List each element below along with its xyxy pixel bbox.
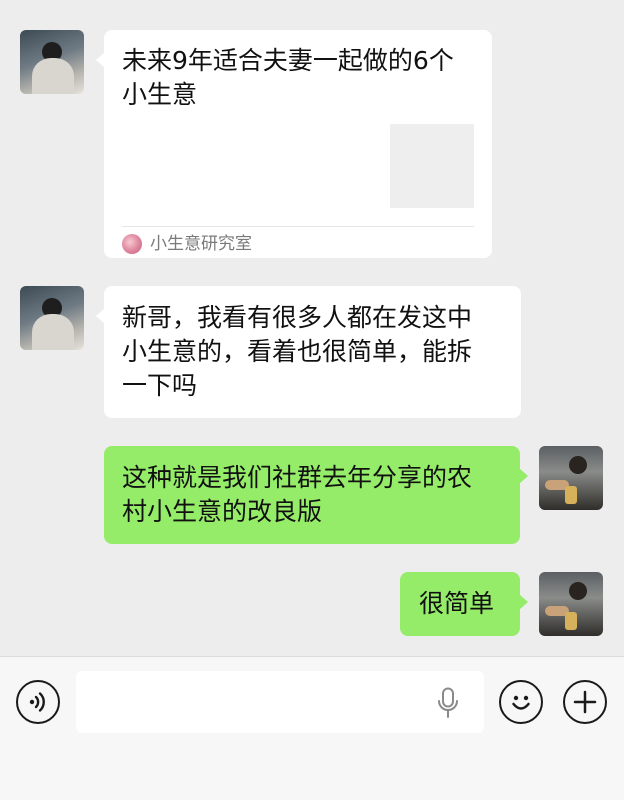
emoji-icon[interactable] <box>499 680 543 724</box>
link-card-source: 小生意研究室 <box>122 232 252 256</box>
contact-avatar[interactable] <box>20 30 84 94</box>
message-text: 很简单 <box>419 587 494 621</box>
message-bubble-incoming[interactable]: 新哥，我看有很多人都在发这中 小生意的，看着也很简单，能拆 一下吗 <box>96 286 521 418</box>
message-text: 这种就是我们社群去年分享的农 村小生意的改良版 <box>122 461 472 529</box>
voice-icon[interactable] <box>16 680 60 724</box>
contact-avatar[interactable] <box>20 286 84 350</box>
message-line: 小生意的，看着也很简单，能拆 <box>122 337 473 366</box>
message-bubble-outgoing[interactable]: 这种就是我们社群去年分享的农 村小生意的改良版 <box>104 446 528 544</box>
message-line: 一下吗 <box>122 371 198 400</box>
message-line: 这种就是我们社群去年分享的农 <box>122 463 473 492</box>
source-logo-icon <box>122 234 142 254</box>
message-line: 很简单 <box>419 589 495 618</box>
link-card-title: 未来9年适合夫妻一起做的6个小生意 <box>122 46 454 109</box>
self-avatar[interactable] <box>539 572 603 636</box>
link-card-thumbnail <box>390 124 474 208</box>
plus-icon[interactable] <box>563 680 607 724</box>
input-bar <box>0 656 624 800</box>
message-text: 新哥，我看有很多人都在发这中 小生意的，看着也很简单，能拆 一下吗 <box>122 301 472 403</box>
message-line: 新哥，我看有很多人都在发这中 <box>122 303 473 332</box>
link-card[interactable]: 未来9年适合夫妻一起做的6个小生意 小生意研究室 <box>96 30 492 258</box>
message-line: 村小生意的改良版 <box>122 497 323 526</box>
message-input[interactable] <box>76 671 484 733</box>
mic-icon[interactable] <box>436 687 460 719</box>
self-avatar[interactable] <box>539 446 603 510</box>
link-card-source-name: 小生意研究室 <box>150 234 252 254</box>
message-bubble-outgoing[interactable]: 很简单 <box>400 572 528 636</box>
chat-window: 未来9年适合夫妻一起做的6个小生意 小生意研究室 新哥，我看有很多人都在发这中 … <box>0 0 624 800</box>
message-list[interactable]: 未来9年适合夫妻一起做的6个小生意 小生意研究室 新哥，我看有很多人都在发这中 … <box>0 0 624 656</box>
